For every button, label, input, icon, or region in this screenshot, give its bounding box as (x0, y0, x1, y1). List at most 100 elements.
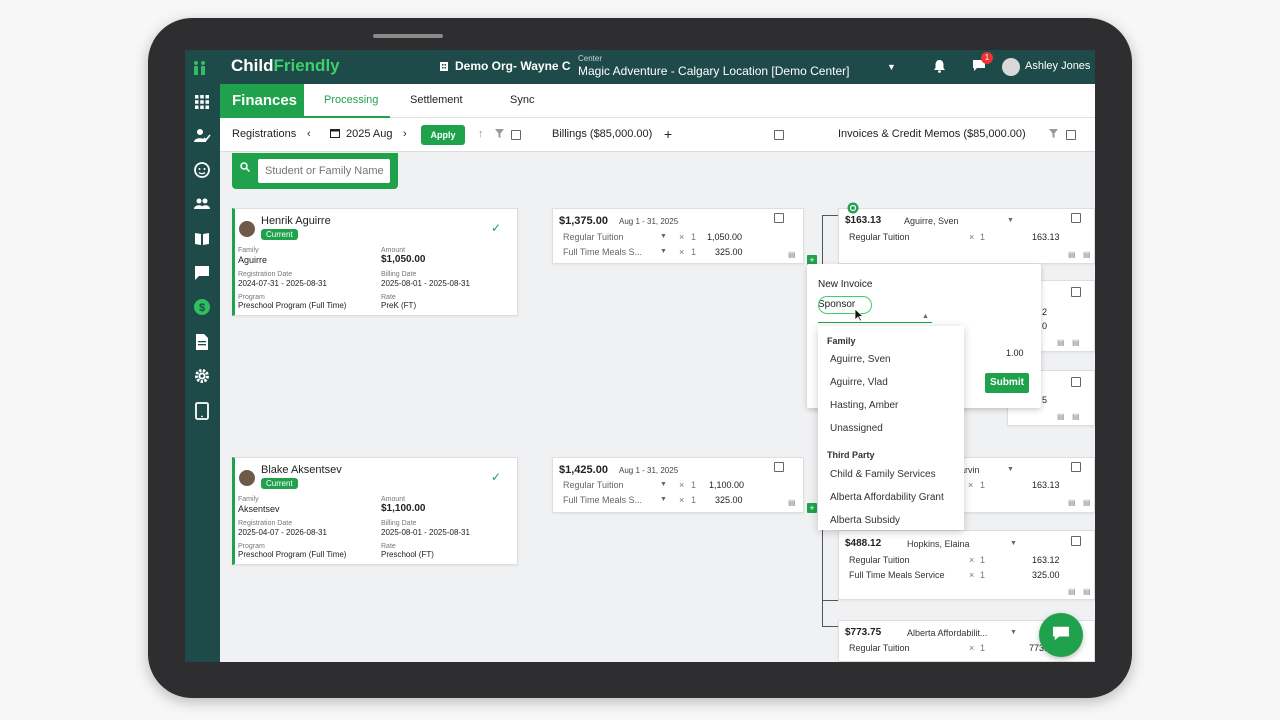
registration-card[interactable]: Blake Aksentsev Current ✓ Family Aksents… (232, 457, 518, 565)
billing-card[interactable]: $1,375.00 Aug 1 - 31, 2025 Regular Tuiti… (552, 208, 804, 264)
chevron-down-icon[interactable]: ▼ (1007, 217, 1014, 224)
chevron-up-icon[interactable]: ▲ (922, 313, 929, 320)
quantity-value[interactable]: 1.00 (1006, 348, 1024, 358)
registration-date-label: Registration Date (238, 271, 293, 278)
billing-checkbox[interactable] (774, 213, 784, 223)
billing-checkbox[interactable] (774, 462, 784, 472)
add-billing-icon[interactable]: + (664, 126, 672, 142)
invoice-checkbox[interactable] (1071, 536, 1081, 546)
billing-range: Aug 1 - 31, 2025 (619, 466, 679, 475)
invoice-checkbox[interactable] (1071, 377, 1081, 387)
user-name[interactable]: Ashley Jones (1025, 60, 1090, 72)
amount-value: $1,050.00 (381, 254, 426, 265)
sort-arrow-icon[interactable]: ↑ (478, 128, 484, 140)
select-all-registrations-checkbox[interactable] (511, 130, 521, 140)
filter-icon[interactable] (495, 129, 504, 138)
invoice-card[interactable]: $163.13 Aguirre, Sven ▼ Regular Tuition … (838, 208, 1095, 264)
chevron-down-icon[interactable]: ▼ (660, 496, 667, 503)
chat-fab-button[interactable] (1039, 613, 1083, 657)
finances-dollar-icon[interactable]: $ (193, 298, 211, 316)
dropdown-option[interactable]: Aguirre, Vlad (830, 377, 888, 388)
billing-line-amount: 1,100.00 (709, 480, 745, 490)
registration-card[interactable]: Henrik Aguirre Current ✓ Family Aguirre … (232, 208, 518, 316)
invoice-checkbox[interactable] (1071, 287, 1081, 297)
invoice-card[interactable]: $488.12 Hopkins, Elaina ▼ Regular Tuitio… (838, 530, 1095, 600)
document-icon[interactable]: ▤ (1057, 338, 1065, 347)
dropdown-option[interactable]: Child & Family Services (830, 469, 936, 480)
add-invoice-icon[interactable]: + (807, 503, 817, 513)
chevron-down-icon[interactable]: ▼ (1007, 466, 1014, 473)
invoice-line-qty: 1 (980, 555, 986, 565)
invoice-amount: $773.75 (845, 627, 882, 638)
calendar-icon[interactable]: ▤ (1083, 498, 1091, 507)
avatar[interactable] (1002, 58, 1020, 76)
invoice-payer[interactable]: Alberta Affordabilit... (907, 628, 987, 638)
sidebar: $ (185, 84, 220, 662)
dropdown-option[interactable]: Hasting, Amber (830, 400, 898, 411)
calendar-icon[interactable]: ▤ (1083, 250, 1091, 259)
tab-processing[interactable]: Processing (324, 94, 378, 106)
chat-icon[interactable] (193, 264, 211, 282)
invoice-payer[interactable]: Aguirre, Sven (904, 216, 959, 226)
document-icon[interactable]: ▤ (1068, 498, 1076, 507)
section-nav: Finances Processing Settlement Sync (220, 84, 1095, 118)
invoice-line-amount: 163.13 (1032, 232, 1060, 242)
family-value: Aksentsev (238, 504, 280, 514)
tab-sync[interactable]: Sync (510, 94, 534, 106)
chevron-down-icon[interactable]: ▼ (887, 62, 896, 72)
tab-settlement[interactable]: Settlement (410, 94, 463, 106)
invoice-line-desc: Regular Tuition (849, 555, 910, 565)
calendar-icon[interactable]: ▤ (1072, 338, 1080, 347)
families-icon[interactable] (193, 195, 211, 213)
student-name[interactable]: Blake Aksentsev (261, 464, 342, 476)
invoice-checkbox[interactable] (1071, 213, 1081, 223)
submit-button[interactable]: Submit (985, 373, 1029, 393)
center-select[interactable]: Magic Adventure - Calgary Location [Demo… (578, 64, 849, 78)
document-icon[interactable]: ▤ (1068, 587, 1076, 596)
chevron-down-icon[interactable]: ▼ (660, 233, 667, 240)
calendar-icon[interactable]: ▤ (1072, 412, 1080, 421)
apply-button[interactable]: Apply (421, 125, 465, 145)
invoice-checkbox[interactable] (1071, 462, 1081, 472)
search-input[interactable] (258, 159, 390, 183)
tablet-icon[interactable] (193, 402, 211, 420)
period-select[interactable]: 2025 Aug (346, 128, 393, 140)
student-name[interactable]: Henrik Aguirre (261, 215, 331, 227)
invoice-line-desc: Regular Tuition (849, 643, 910, 653)
calendar-icon[interactable]: ▤ (788, 250, 796, 259)
chevron-down-icon[interactable]: ▼ (1010, 629, 1017, 636)
invoice-filter-icon[interactable] (1049, 129, 1058, 138)
org-name[interactable]: Demo Org- Wayne C (455, 59, 571, 73)
calendar-icon[interactable]: ▤ (788, 498, 796, 507)
attendance-icon[interactable] (193, 127, 211, 145)
dropdown-option[interactable]: Unassigned (830, 423, 883, 434)
dropdown-option[interactable]: Alberta Affordability Grant (830, 492, 944, 503)
brand-suffix: Friendly (273, 56, 340, 75)
dropdown-option[interactable]: Aguirre, Sven (830, 354, 891, 365)
book-icon[interactable] (193, 230, 211, 248)
brand-logo[interactable]: ChildFriendly (231, 56, 340, 76)
gear-icon[interactable] (193, 367, 211, 385)
chevron-down-icon[interactable]: ▼ (1010, 540, 1017, 547)
child-face-icon[interactable] (193, 161, 211, 179)
chevron-down-icon[interactable]: ▼ (660, 248, 667, 255)
dropdown-option[interactable]: Alberta Subsidy (830, 515, 900, 526)
calendar-icon[interactable] (330, 128, 340, 138)
document-icon[interactable] (193, 333, 211, 351)
program-value: Preschool Program (Full Time) (238, 550, 347, 559)
document-icon[interactable]: ▤ (1057, 412, 1065, 421)
invoice-payer[interactable]: Hopkins, Elaina (907, 539, 970, 549)
chevron-left-icon[interactable]: ‹ (307, 128, 311, 140)
bell-icon[interactable] (933, 59, 946, 73)
select-all-billings-checkbox[interactable] (774, 130, 784, 140)
chevron-down-icon[interactable]: ▼ (660, 481, 667, 488)
document-icon[interactable]: ▤ (1068, 250, 1076, 259)
chevron-right-icon[interactable]: › (403, 128, 407, 140)
billing-card[interactable]: $1,425.00 Aug 1 - 31, 2025 Regular Tuiti… (552, 457, 804, 513)
billing-date-value: 2025-08-01 - 2025-08-31 (381, 279, 470, 288)
invoice-card[interactable]: arvin ▼ × 1 163.13 ▤ ▤ (945, 457, 1095, 513)
billing-line-desc: Full Time Meals S... (563, 495, 643, 505)
calendar-icon[interactable]: ▤ (1083, 587, 1091, 596)
grid-icon[interactable] (193, 93, 211, 111)
select-all-invoices-checkbox[interactable] (1066, 130, 1076, 140)
